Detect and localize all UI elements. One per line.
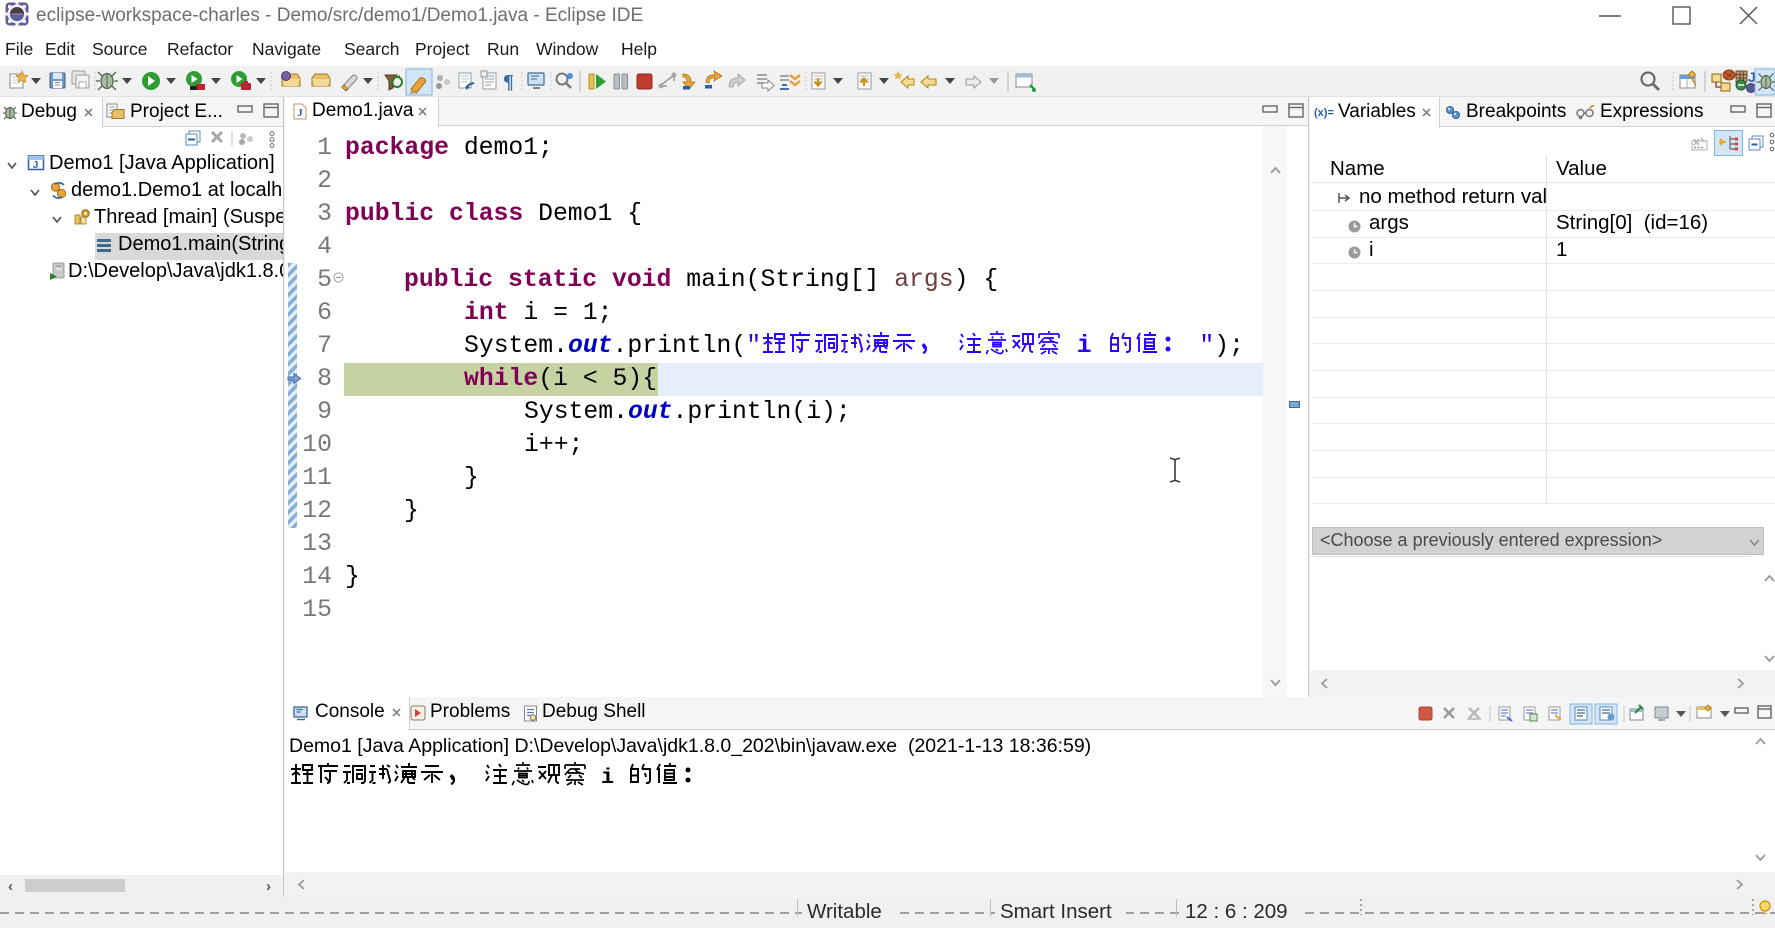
svg-text:¶: ¶ — [503, 71, 514, 93]
svg-text:J: J — [297, 107, 303, 119]
svg-text:(x)=: (x)= — [1314, 107, 1334, 119]
svg-text:J: J — [33, 160, 39, 171]
